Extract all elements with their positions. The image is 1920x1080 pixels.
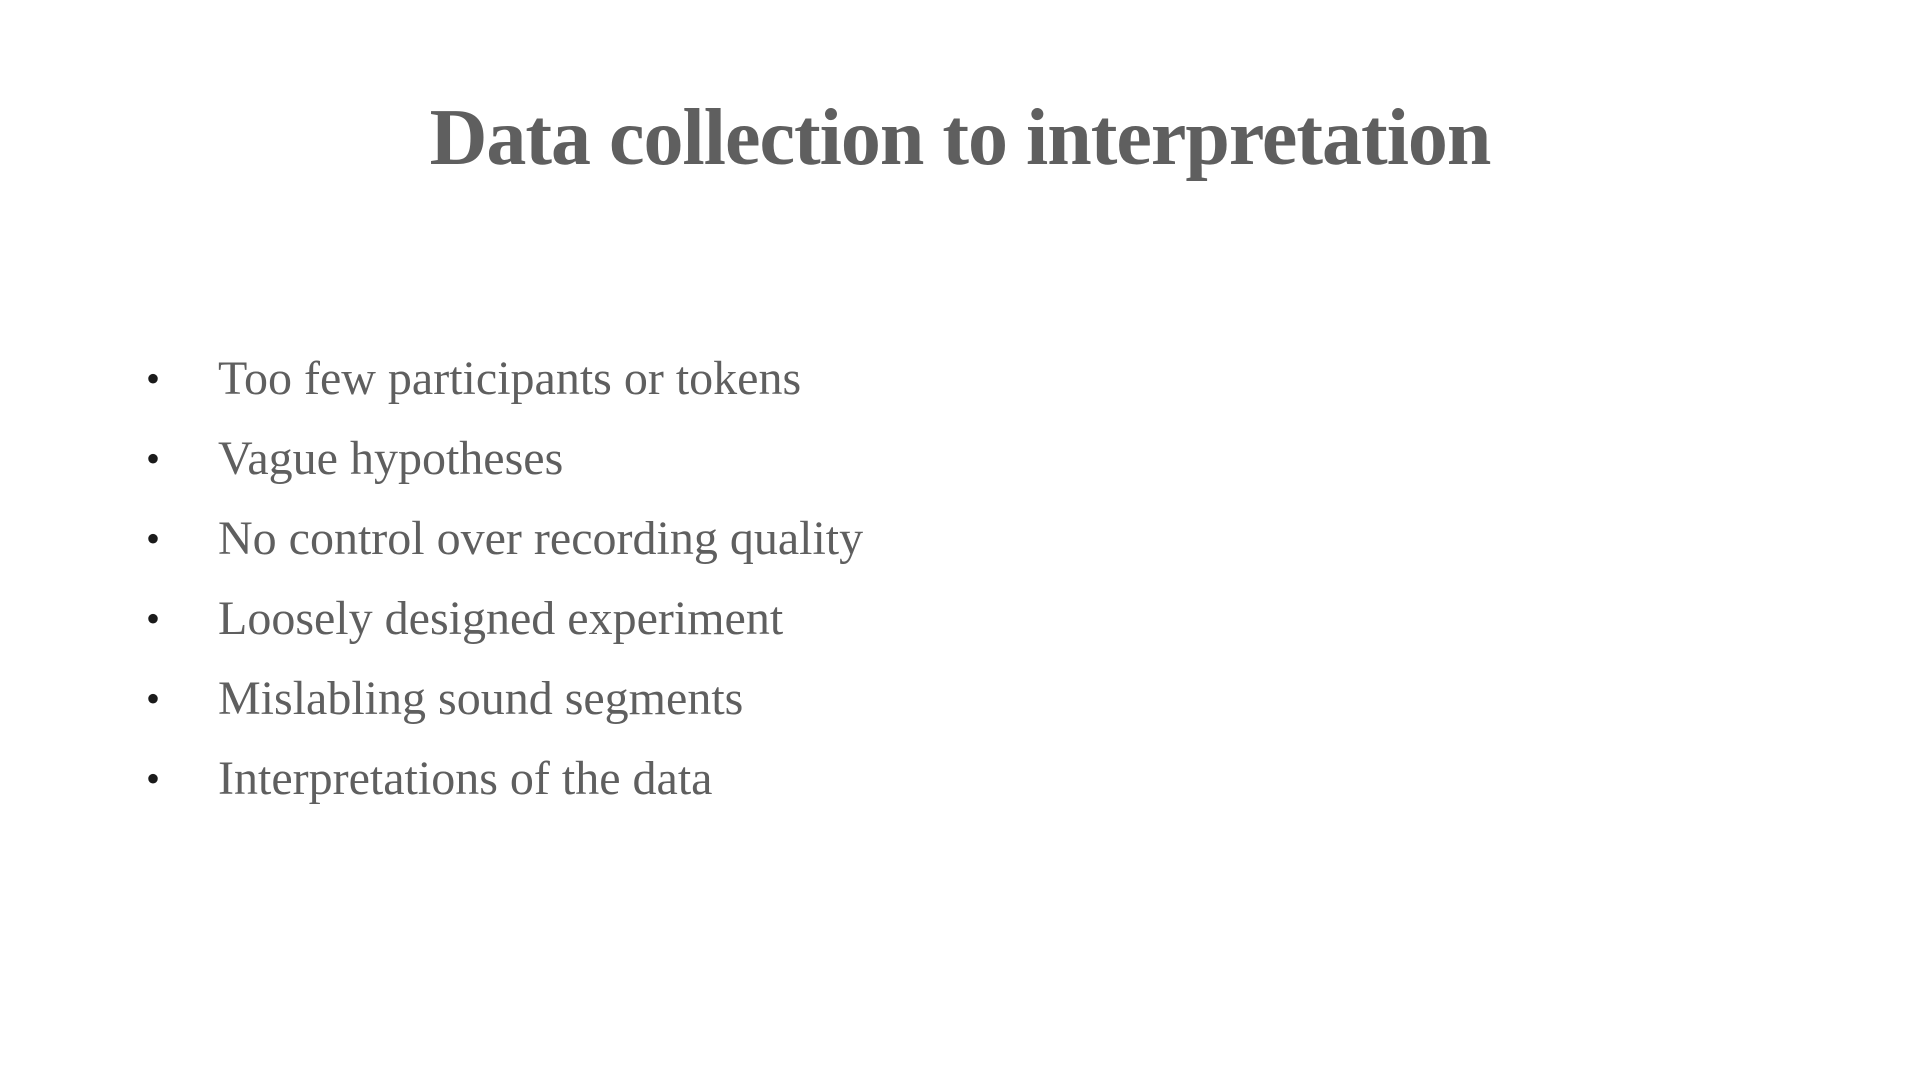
bullet-text: Interpretations of the data (218, 752, 713, 805)
bullet-text: Too few participants or tokens (218, 352, 802, 405)
bullet-item: • No control over recording quality (140, 499, 863, 579)
bullet-dot-icon: • (146, 436, 161, 481)
bullet-text: Mislabling sound segments (218, 672, 744, 725)
bullet-item: • Mislabling sound segments (140, 659, 863, 739)
bullet-text: Loosely designed experiment (218, 592, 784, 645)
bullet-text: Vague hypotheses (218, 432, 564, 485)
bullet-item: • Loosely designed experiment (140, 579, 863, 659)
bullet-item: • Interpretations of the data (140, 739, 863, 819)
bullet-dot-icon: • (146, 596, 161, 641)
bullet-item: • Vague hypotheses (140, 419, 863, 499)
bullet-dot-icon: • (146, 516, 161, 561)
bullet-dot-icon: • (146, 756, 161, 801)
slide-title: Data collection to interpretation (429, 94, 1492, 182)
bullet-item: • Too few participants or tokens (140, 339, 863, 419)
bullet-dot-icon: • (146, 676, 161, 721)
slide: Data collection to interpretation • Too … (0, 0, 1920, 1080)
bullet-text: No control over recording quality (218, 512, 864, 565)
bullet-list: • Too few participants or tokens • Vague… (140, 339, 863, 819)
bullet-dot-icon: • (146, 356, 161, 401)
